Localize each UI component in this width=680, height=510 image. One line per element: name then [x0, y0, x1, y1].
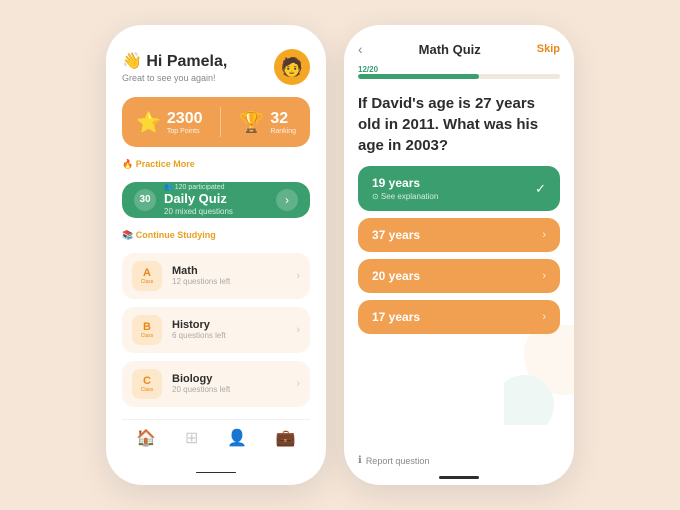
answer-arrow-2: › [542, 229, 546, 241]
answer-content-2: 37 years [372, 228, 542, 242]
back-button[interactable]: ‹ [358, 41, 363, 57]
answer-content-3: 20 years [372, 269, 542, 283]
subject-badge-c: C Class [132, 369, 162, 399]
ranking-label: Ranking [270, 128, 296, 135]
progress-label: 12/20 [358, 65, 560, 74]
answer-card-17[interactable]: 17 years › [358, 300, 560, 334]
greeting-name: Hi Pamela, [146, 53, 227, 70]
progress-track [358, 74, 560, 79]
answer-text-1: 19 years [372, 176, 535, 190]
points-value: 2300 [167, 110, 203, 128]
check-icon: ✓ [535, 181, 546, 197]
subject-arrow-math: › [296, 270, 300, 282]
bottom-nav: 🏠 ⊞ 👤 💼 [122, 419, 310, 454]
subject-card-history[interactable]: B Class History 6 questions left › [122, 307, 310, 353]
report-icon: ℹ [358, 455, 362, 466]
quiz-subtitle: 20 mixed questions [164, 207, 233, 216]
greeting-section: 👋 Hi Pamela, Great to see you again! 🧑 [122, 49, 310, 85]
stat-points: ⭐ 2300 Top Points [136, 110, 203, 135]
subject-questions-biology: 20 questions left [172, 385, 286, 394]
app-container: 👋 Hi Pamela, Great to see you again! 🧑 ⭐… [106, 25, 574, 485]
answers-section: 19 years ⊙ See explanation ✓ 37 years › … [344, 166, 574, 447]
answer-arrow-3: › [542, 270, 546, 282]
stat-divider [220, 107, 221, 137]
quiz-participants: 👥 120 participated [164, 183, 233, 191]
quiz-title: Daily Quiz [164, 191, 233, 206]
greeting-hi: 👋 Hi Pamela, [122, 51, 227, 71]
quiz-header: ‹ Math Quiz Skip [344, 25, 574, 63]
subject-name-biology: Biology [172, 373, 286, 385]
home-indicator [196, 472, 236, 473]
stat-ranking: 🏆 32 Ranking [239, 110, 296, 135]
daily-quiz-card[interactable]: 30 👥 120 participated Daily Quiz 20 mixe… [122, 182, 310, 218]
skip-button[interactable]: Skip [537, 43, 560, 55]
practice-label: 🔥 Practice More [122, 159, 310, 170]
answer-card-37[interactable]: 37 years › [358, 218, 560, 252]
subject-arrow-biology: › [296, 378, 300, 390]
subject-badge-b: B Class [132, 315, 162, 345]
subject-questions-math: 12 questions left [172, 277, 286, 286]
subject-arrow-history: › [296, 324, 300, 336]
subject-card-math[interactable]: A Class Math 12 questions left › [122, 253, 310, 299]
continue-label: 📚 Continue Studying [122, 230, 310, 241]
subject-info-history: History 6 questions left [172, 319, 286, 340]
star-icon: ⭐ [136, 110, 161, 135]
left-phone: 👋 Hi Pamela, Great to see you again! 🧑 ⭐… [106, 25, 326, 485]
subject-name-history: History [172, 319, 286, 331]
subjects-list: A Class Math 12 questions left › B Class… [122, 253, 310, 407]
nav-user-icon[interactable]: 👤 [227, 428, 247, 448]
stats-card: ⭐ 2300 Top Points 🏆 32 Ranking [122, 97, 310, 147]
answer-text-3: 20 years [372, 269, 542, 283]
right-phone: ‹ Math Quiz Skip 12/20 If David's age is… [344, 25, 574, 485]
subject-badge-a: A Class [132, 261, 162, 291]
subject-info-math: Math 12 questions left [172, 265, 286, 286]
answer-text-2: 37 years [372, 228, 542, 242]
subject-info-biology: Biology 20 questions left [172, 373, 286, 394]
answer-arrow-4: › [542, 311, 546, 323]
quiz-number: 30 [134, 189, 156, 211]
quiz-title: Math Quiz [419, 42, 481, 57]
greeting-subtitle: Great to see you again! [122, 73, 227, 83]
points-label: Top Points [167, 128, 203, 135]
subject-questions-history: 6 questions left [172, 331, 286, 340]
progress-fill [358, 74, 479, 79]
trophy-icon: 🏆 [239, 110, 264, 135]
progress-container: 12/20 [344, 63, 574, 83]
avatar: 🧑 [274, 49, 310, 85]
answer-text-4: 17 years [372, 310, 542, 324]
answer-card-20[interactable]: 20 years › [358, 259, 560, 293]
ranking-value: 32 [270, 110, 296, 128]
subject-card-biology[interactable]: C Class Biology 20 questions left › [122, 361, 310, 407]
report-text[interactable]: Report question [366, 456, 430, 466]
subject-name-math: Math [172, 265, 286, 277]
answer-card-correct[interactable]: 19 years ⊙ See explanation ✓ [358, 166, 560, 211]
answer-content-1: 19 years ⊙ See explanation [372, 176, 535, 201]
question-text: If David's age is 27 years old in 2011. … [344, 83, 574, 166]
home-indicator-right [439, 476, 479, 479]
answer-content-4: 17 years [372, 310, 542, 324]
wave-emoji: 👋 [122, 53, 142, 70]
nav-grid-icon[interactable]: ⊞ [185, 428, 198, 448]
explanation-text: ⊙ See explanation [372, 192, 535, 201]
report-section: ℹ Report question [344, 447, 574, 470]
quiz-arrow-icon: › [276, 189, 298, 211]
nav-bag-icon[interactable]: 💼 [276, 428, 296, 448]
nav-home-icon[interactable]: 🏠 [136, 428, 156, 448]
